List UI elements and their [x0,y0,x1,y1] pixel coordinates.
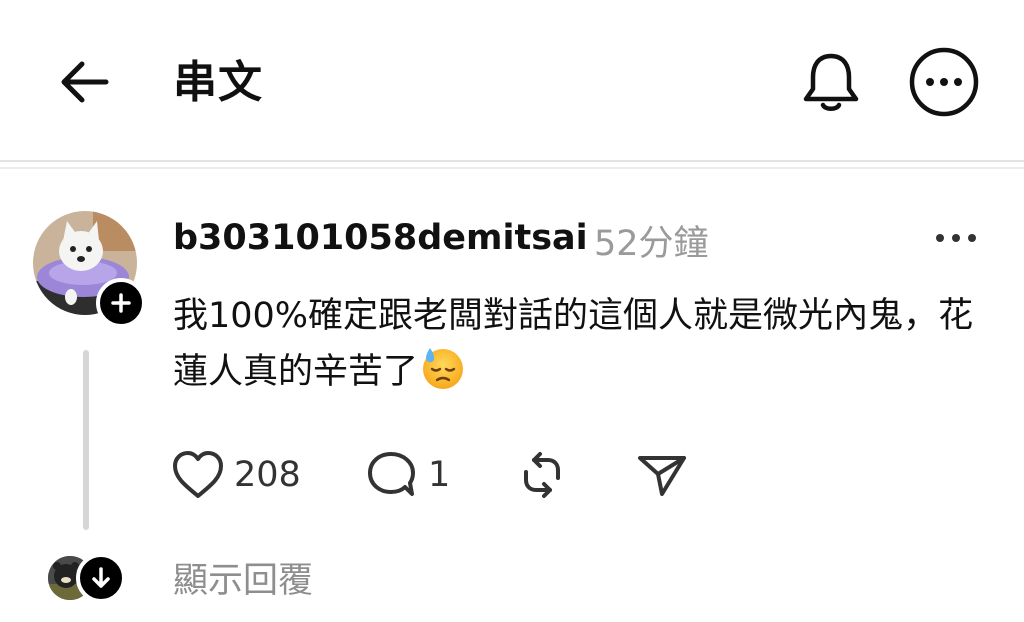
bell-icon [803,53,859,111]
follow-button[interactable] [96,278,146,328]
more-circle-icon [909,47,979,117]
post-text: 我100%確定跟老闆對話的這個人就是微光內鬼，花蓮人真的辛苦了 [173,296,974,392]
thread-line [83,350,89,530]
page-title: 串文 [173,57,263,108]
comment-button[interactable] [364,448,420,502]
post-timestamp: 52分鐘 [594,224,709,264]
expand-replies-button[interactable] [76,553,126,603]
comment-count: 1 [428,455,451,495]
arrow-left-icon [61,61,109,103]
downcast-face-with-sweat-icon [420,345,466,408]
back-button[interactable] [52,50,118,116]
header-divider-lower [0,167,1024,169]
repost-icon [524,452,560,498]
more-horizontal-icon [936,234,976,242]
arrow-down-icon [92,567,110,588]
show-replies-link[interactable]: 顯示回覆 [173,555,313,607]
like-button[interactable] [170,448,226,502]
plus-icon [111,293,131,313]
comment-icon [368,452,415,496]
author-username[interactable]: b303101058demitsai [173,212,588,264]
like-count: 208 [234,455,301,495]
repost-button[interactable] [514,448,570,502]
notifications-button[interactable] [796,46,866,116]
post-body: 我100%確定跟老闆對話的這個人就是微光內鬼，花蓮人真的辛苦了 [173,288,983,408]
heart-icon [173,451,223,498]
post-more-button[interactable] [928,222,984,254]
send-icon [638,456,686,496]
share-button[interactable] [634,448,690,502]
header-divider [0,160,1024,162]
more-options-button[interactable] [906,44,982,120]
